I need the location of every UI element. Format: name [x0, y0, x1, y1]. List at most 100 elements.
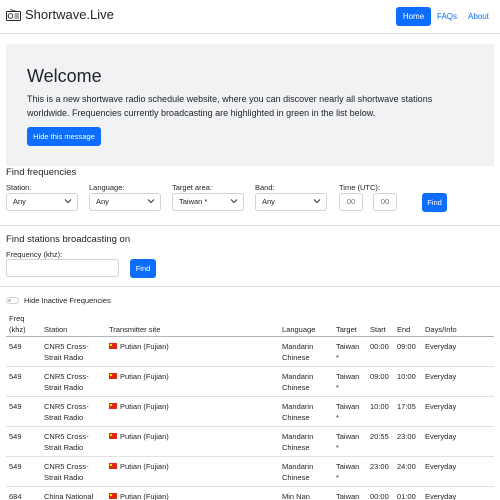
cell-station[interactable]: China National	[44, 491, 93, 500]
cell-language-line1: Mandarin	[282, 462, 314, 471]
cell-station-line1: CNR5 Cross-	[44, 402, 89, 411]
china-flag-icon	[109, 433, 117, 439]
cell-transmitter-site: Putian (Fujian)	[109, 491, 169, 500]
cell-freq: 549	[9, 342, 22, 351]
china-flag-icon	[109, 343, 117, 349]
cell-target-line1: Taiwan	[336, 402, 360, 411]
cell-station-line2: Strait Radio	[44, 413, 84, 422]
header-start: Start	[370, 325, 386, 334]
cell-station[interactable]: CNR5 Cross- Strait Radio	[44, 401, 89, 423]
time-utc-label: Time (UTC):	[339, 183, 380, 192]
cell-days: Everyday	[425, 372, 457, 381]
toggle-knob	[8, 299, 11, 302]
table-row[interactable]: 549 CNR5 Cross- Strait Radio Putian (Fuji…	[6, 427, 494, 457]
cell-language-line2: Chinese	[282, 353, 310, 362]
nav-about-link[interactable]: About	[468, 7, 489, 26]
table-row[interactable]: 549 CNR5 Cross- Strait Radio Putian (Fuji…	[6, 397, 494, 427]
cell-language: Mandarin Chinese	[282, 401, 313, 423]
welcome-title: Welcome	[27, 66, 102, 86]
cell-language-line1: Min Nan	[282, 492, 310, 500]
cell-freq: 684	[9, 492, 22, 500]
cell-language-line1: Mandarin	[282, 342, 314, 351]
cell-station[interactable]: CNR5 Cross- Strait Radio	[44, 341, 89, 363]
language-label: Language:	[89, 183, 125, 192]
cell-end: 24:00	[397, 462, 416, 471]
cell-target-line1: Taiwan	[336, 372, 360, 381]
cell-days: Everyday	[425, 462, 457, 471]
find-stations-button[interactable]: Find	[130, 259, 156, 278]
hide-message-button[interactable]: Hide this message	[27, 127, 101, 146]
cell-transmitter-site: Putian (Fujian)	[109, 431, 169, 442]
cell-station-line2: Strait Radio	[44, 443, 84, 452]
cell-transmitter-site: Putian (Fujian)	[109, 401, 169, 412]
chevron-down-icon	[230, 199, 238, 204]
band-select[interactable]: Any	[255, 193, 327, 211]
cell-target-line1: Taiwan	[336, 462, 360, 471]
cell-target-line2: *	[336, 383, 339, 392]
cell-station-line1: China National	[44, 492, 94, 500]
chevron-down-icon	[64, 199, 72, 204]
cell-freq: 549	[9, 372, 22, 381]
navbar: Shortwave.Live Home FAQs About	[0, 0, 500, 34]
cell-start: 00:00	[370, 342, 389, 351]
cell-station-line2: Strait Radio	[44, 383, 84, 392]
header-target: Target	[336, 325, 357, 334]
cell-language-line2: Chinese	[282, 473, 310, 482]
table-row[interactable]: 549 CNR5 Cross- Strait Radio Putian (Fuji…	[6, 457, 494, 487]
time-to-input[interactable]: 00	[373, 193, 397, 211]
cell-station[interactable]: CNR5 Cross- Strait Radio	[44, 461, 89, 483]
cell-site-text: Putian (Fujian)	[120, 342, 169, 351]
language-select[interactable]: Any	[89, 193, 161, 211]
cell-start: 23:00	[370, 462, 389, 471]
header-end: End	[397, 325, 411, 334]
cell-target-line2: *	[336, 413, 339, 422]
cell-target-line2: *	[336, 443, 339, 452]
divider	[0, 225, 500, 226]
header-freq: Freq (khz)	[9, 313, 26, 335]
cell-target-line1: Taiwan	[336, 342, 360, 351]
cell-freq: 549	[9, 402, 22, 411]
nav-home-button[interactable]: Home	[396, 7, 431, 26]
cell-station-line1: CNR5 Cross-	[44, 372, 89, 381]
cell-station[interactable]: CNR5 Cross- Strait Radio	[44, 431, 89, 453]
cell-target-line2: *	[336, 353, 339, 362]
hide-inactive-toggle[interactable]	[6, 297, 19, 304]
table-row[interactable]: 684 China National Putian (Fujian) Min N…	[6, 487, 494, 500]
cell-end: 23:00	[397, 432, 416, 441]
find-frequencies-button[interactable]: Find	[422, 193, 447, 212]
target-area-select[interactable]: Taiwan *	[172, 193, 244, 211]
cell-station-line2: Strait Radio	[44, 353, 84, 362]
cell-language-line1: Mandarin	[282, 372, 314, 381]
cell-language-line2: Chinese	[282, 383, 310, 392]
cell-language-line2: Chinese	[282, 413, 310, 422]
cell-language-line1: Mandarin	[282, 432, 314, 441]
brand-link[interactable]: Shortwave.Live	[6, 7, 114, 22]
cell-station-line1: CNR5 Cross-	[44, 432, 89, 441]
welcome-banner: Welcome This is a new shortwave radio sc…	[6, 44, 494, 166]
cell-target: Taiwan *	[336, 401, 359, 423]
find-frequencies-title: Find frequencies	[6, 167, 77, 178]
cell-start: 10:00	[370, 402, 389, 411]
cell-end: 09:00	[397, 342, 416, 351]
china-flag-icon	[109, 403, 117, 409]
table-row[interactable]: 549 CNR5 Cross- Strait Radio Putian (Fuji…	[6, 337, 494, 367]
frequency-input[interactable]	[6, 259, 119, 277]
cell-language-line2: Chinese	[282, 443, 310, 452]
table-row[interactable]: 549 CNR5 Cross- Strait Radio Putian (Fuji…	[6, 367, 494, 397]
welcome-text: This is a new shortwave radio schedule w…	[27, 94, 433, 118]
cell-station-line2: Strait Radio	[44, 473, 84, 482]
target-area-select-value: Taiwan *	[179, 197, 208, 206]
time-from-input[interactable]: 00	[339, 193, 363, 211]
cell-site-text: Putian (Fujian)	[120, 402, 169, 411]
nav-faqs-link[interactable]: FAQs	[437, 7, 457, 26]
cell-target-line1: Taiwan	[336, 432, 360, 441]
cell-site-text: Putian (Fujian)	[120, 462, 169, 471]
header-station: Station	[44, 325, 68, 334]
cell-station-line1: CNR5 Cross-	[44, 342, 89, 351]
cell-days: Everyday	[425, 342, 457, 351]
cell-target-line1: Taiwan	[336, 492, 360, 500]
cell-target: Taiwan *	[336, 431, 359, 453]
cell-station[interactable]: CNR5 Cross- Strait Radio	[44, 371, 89, 393]
station-select[interactable]: Any	[6, 193, 78, 211]
hide-inactive-label: Hide Inactive Frequencies	[24, 296, 111, 305]
